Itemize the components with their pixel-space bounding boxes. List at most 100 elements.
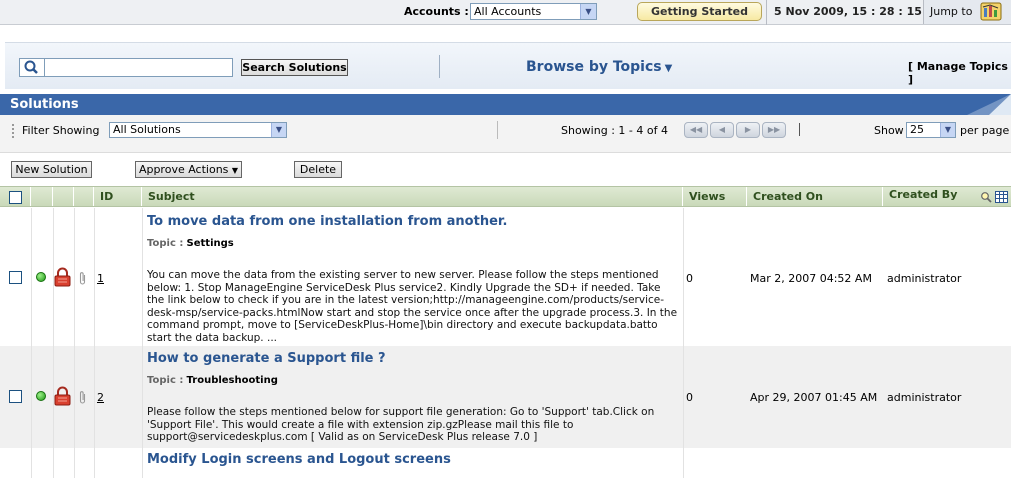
per-page-value: 25 — [910, 123, 924, 136]
grip-handle-icon — [12, 124, 14, 138]
new-solution-button[interactable]: New Solution — [11, 161, 92, 178]
divider — [497, 121, 498, 139]
solution-id-link[interactable]: 1 — [97, 272, 104, 285]
chevron-down-icon: ▼ — [580, 4, 596, 19]
approve-actions-label: Approve Actions — [138, 163, 229, 176]
top-bar: Accounts : All Accounts ▼ Getting Starte… — [0, 0, 1011, 25]
status-approved-icon — [36, 272, 46, 282]
jump-to-label: Jump to — [930, 5, 973, 18]
showing-count: Showing : 1 - 4 of 4 — [561, 124, 668, 137]
solution-title-link[interactable]: How to generate a Support file ? — [147, 351, 386, 366]
table-row[interactable]: 1 To move data from one installation fro… — [0, 208, 1011, 346]
search-solutions-button[interactable]: Search Solutions — [241, 59, 348, 76]
search-input[interactable] — [45, 58, 233, 77]
column-header-views[interactable]: Views — [683, 187, 747, 206]
attachment-icon[interactable] — [79, 271, 87, 285]
col-divider — [74, 448, 75, 478]
row-checkbox[interactable] — [9, 271, 22, 284]
prev-page-icon[interactable]: ◀ — [710, 122, 734, 138]
col-divider — [683, 346, 684, 448]
manage-topics-link[interactable]: [ Manage Topics ] — [908, 60, 1011, 86]
caret-down-icon: ▼ — [231, 166, 239, 175]
topic-label: Topic : — [147, 238, 184, 249]
header-status — [31, 187, 53, 206]
col-divider — [94, 448, 95, 478]
accounts-label: Accounts : — [404, 5, 469, 18]
table-row[interactable]: Modify Login screens and Logout screens — [0, 448, 1011, 478]
col-divider — [31, 346, 32, 448]
created-by: administrator — [887, 272, 962, 285]
caret-down-icon: ▼ — [664, 63, 673, 74]
col-divider — [74, 208, 75, 346]
approve-actions-button[interactable]: Approve Actions ▼ — [135, 161, 242, 178]
lock-icon[interactable] — [54, 386, 71, 406]
browse-topics-label: Browse by Topics — [526, 59, 662, 75]
divider — [766, 0, 767, 25]
show-label: Show — [874, 124, 904, 137]
per-page-label: per page — [960, 124, 1010, 137]
select-all-cell — [0, 187, 31, 206]
col-divider — [94, 208, 95, 346]
solution-title-link[interactable]: To move data from one installation from … — [147, 214, 507, 229]
topic-value: Troubleshooting — [186, 375, 278, 386]
col-divider — [94, 346, 95, 448]
accounts-select[interactable]: All Accounts ▼ — [470, 3, 597, 20]
table-row[interactable]: 2 How to generate a Support file ? Topic… — [0, 346, 1011, 448]
views-count: 0 — [686, 272, 693, 285]
col-divider — [683, 448, 684, 478]
next-page-icon[interactable]: ▶ — [736, 122, 760, 138]
column-search-icon[interactable] — [980, 191, 992, 203]
col-divider — [142, 208, 143, 346]
browse-topics-dropdown[interactable]: Browse by Topics ▼ — [526, 59, 672, 75]
col-divider — [683, 208, 684, 346]
getting-started-button[interactable]: Getting Started — [637, 2, 762, 21]
solution-topic: Topic : Settings — [147, 238, 234, 249]
header-decoration — [989, 94, 1011, 115]
filter-label: Filter Showing — [22, 124, 100, 137]
jump-to[interactable]: Jump to — [923, 0, 1011, 24]
col-divider — [74, 346, 75, 448]
filter-select-value: All Solutions — [113, 123, 181, 136]
col-divider — [31, 448, 32, 478]
row-checkbox[interactable] — [9, 390, 22, 403]
header-attachment — [74, 187, 94, 206]
column-header-created-by[interactable]: Created By — [883, 187, 1011, 206]
first-page-icon[interactable]: ◀◀ — [684, 122, 708, 138]
filter-bar: Filter Showing All Solutions ▼ Showing :… — [0, 115, 1011, 153]
divider — [799, 123, 800, 136]
column-header-subject[interactable]: Subject — [142, 187, 683, 206]
solution-description: Please follow the steps mentioned below … — [147, 406, 655, 443]
column-header-id[interactable]: ID — [94, 187, 142, 206]
column-chooser-icon[interactable] — [995, 191, 1008, 203]
created-by-label: Created By — [889, 188, 958, 201]
select-all-checkbox[interactable] — [9, 190, 22, 204]
pagination: ◀◀ ◀ ▶ ▶▶ — [684, 122, 786, 138]
chevron-down-icon: ▼ — [271, 123, 286, 137]
search-icon-box[interactable] — [19, 58, 45, 77]
filter-select[interactable]: All Solutions ▼ — [109, 122, 287, 138]
search-band: Search Solutions Browse by Topics ▼ [ Man… — [5, 42, 1011, 89]
col-divider — [142, 448, 143, 478]
solution-title-link[interactable]: Modify Login screens and Logout screens — [147, 452, 451, 467]
status-approved-icon — [36, 391, 46, 401]
current-datetime: 5 Nov 2009, 15 : 28 : 15 — [774, 5, 922, 18]
accounts-select-value: All Accounts — [474, 5, 542, 18]
column-header-created-on[interactable]: Created On — [747, 187, 883, 206]
solution-topic: Topic : Troubleshooting — [147, 375, 278, 386]
table-header: ID Subject Views Created On Created By — [0, 186, 1011, 207]
delete-button[interactable]: Delete — [294, 161, 342, 178]
per-page-select[interactable]: 25 ▼ — [906, 122, 956, 138]
col-divider — [31, 208, 32, 346]
attachment-icon[interactable] — [79, 390, 87, 404]
views-count: 0 — [686, 391, 693, 404]
jump-to-icon[interactable] — [980, 2, 1002, 21]
header-lock — [53, 187, 74, 206]
solution-id-link[interactable]: 2 — [97, 391, 104, 404]
created-by: administrator — [887, 391, 962, 404]
solutions-header: Solutions — [0, 94, 1011, 115]
lock-icon[interactable] — [54, 267, 71, 287]
col-divider — [142, 346, 143, 448]
search-icon — [24, 60, 38, 74]
last-page-icon[interactable]: ▶▶ — [762, 122, 786, 138]
divider — [439, 55, 440, 78]
